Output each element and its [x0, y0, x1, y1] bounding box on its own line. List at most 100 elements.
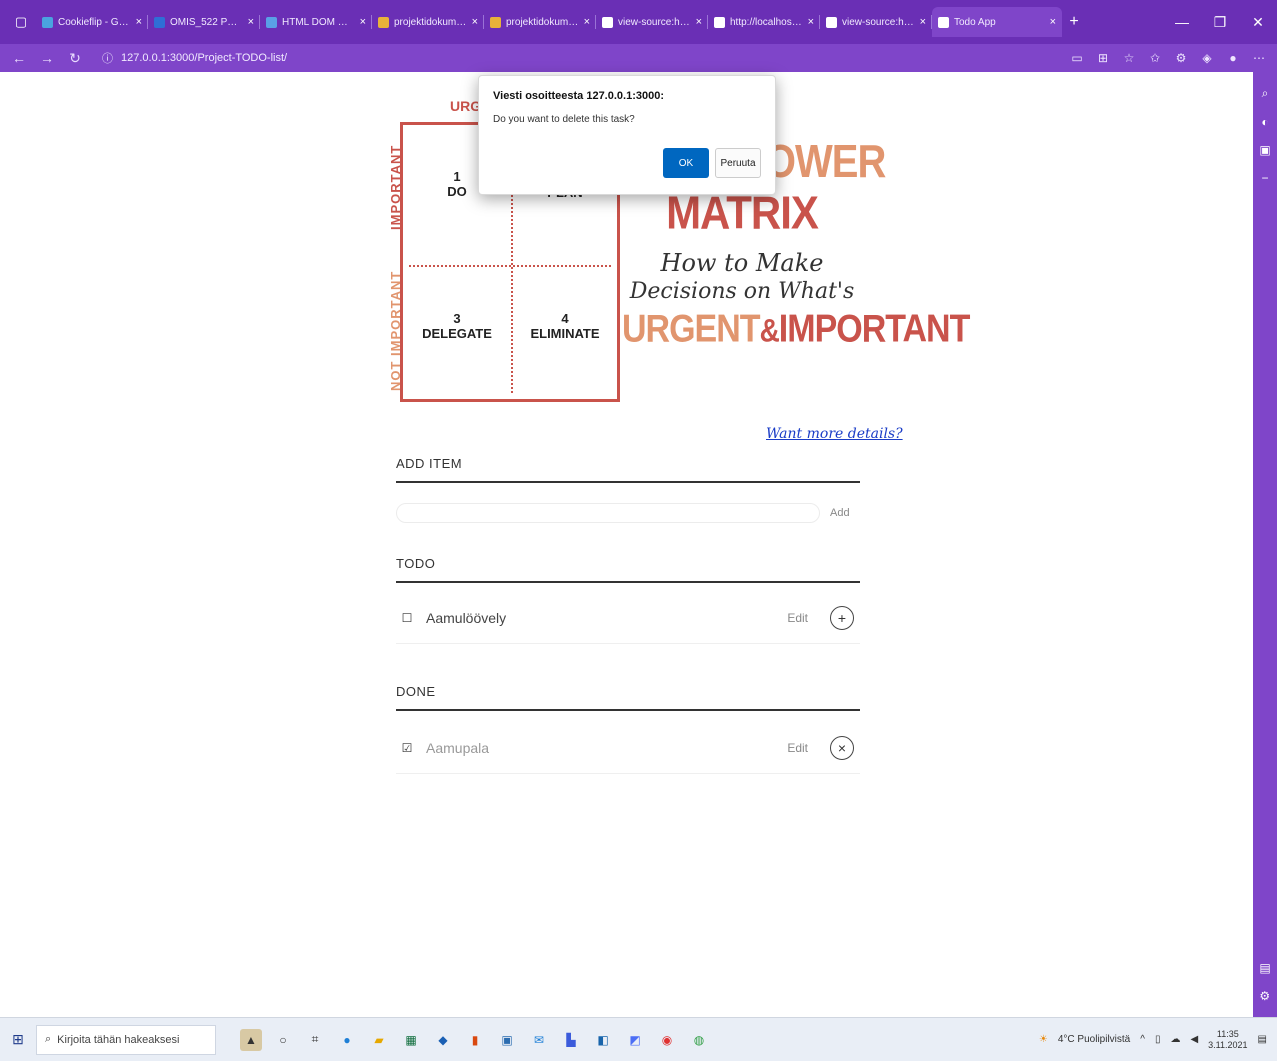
refresh-icon[interactable]: ↻: [66, 50, 84, 67]
extensions-icon[interactable]: ⚙: [1171, 51, 1191, 65]
window-menu-icon[interactable]: ▢: [6, 0, 36, 44]
weather-text[interactable]: 4°C Puolipilvistä: [1058, 1034, 1130, 1045]
tab-close-icon[interactable]: ×: [696, 16, 702, 28]
word-icon[interactable]: ▙: [560, 1029, 582, 1051]
file-explorer-icon[interactable]: ▰: [368, 1029, 390, 1051]
sidebar-toggle-icon[interactable]: ▤: [1259, 961, 1270, 975]
tab-close-icon[interactable]: ×: [808, 16, 814, 28]
address-bar[interactable]: ⓘ 127.0.0.1:3000/Project-TODO-list/: [94, 47, 934, 69]
task-name: Aamupala: [426, 739, 490, 756]
speaker-icon[interactable]: ◀: [1190, 1034, 1198, 1045]
browser-sidebar: ⌕ ◐ ▣ − ▤ ⚙: [1253, 72, 1277, 1017]
subtitle-line2: Decisions on What's: [629, 279, 855, 304]
taskbar-clock[interactable]: 11:35 3.11.2021: [1208, 1029, 1247, 1051]
forward-arrow-icon[interactable]: →: [38, 50, 56, 66]
tab-label: http://localhost:3000: [730, 16, 803, 28]
sidebar-tools-icon[interactable]: ▣: [1259, 143, 1270, 157]
browser-tab[interactable]: http://localhost:3000 ×: [708, 7, 820, 37]
sidebar-search-icon[interactable]: ⌕: [1262, 86, 1269, 101]
read-aloud-icon[interactable]: ▭: [1067, 51, 1087, 65]
tab-label: OMIS_522 PROJECT: [170, 16, 243, 28]
sidebar-shopping-icon[interactable]: ◐: [1261, 115, 1268, 129]
edge-icon[interactable]: ●: [336, 1029, 358, 1051]
delete-circle-icon[interactable]: ×: [830, 735, 854, 760]
tab-close-icon[interactable]: ×: [584, 16, 590, 28]
tab-favicon-icon: [714, 16, 725, 28]
sidebar-settings-icon[interactable]: ⚙: [1259, 989, 1270, 1003]
tab-close-icon[interactable]: ×: [136, 16, 142, 28]
browser-tab[interactable]: Cookieflip - Guru ×: [36, 7, 148, 37]
minimize-button[interactable]: —: [1163, 14, 1201, 30]
tab-close-icon[interactable]: ×: [360, 16, 366, 28]
tab-close-icon[interactable]: ×: [920, 16, 926, 28]
page-content: URG IMPORTANT NOT IMPORTANT 1 DO PLAN 3 …: [0, 72, 1253, 1017]
browser-tab[interactable]: view-source:http://loc ×: [820, 7, 932, 37]
chrome-icon[interactable]: ◉: [656, 1029, 678, 1051]
store-icon[interactable]: ◆: [432, 1029, 454, 1051]
maximize-button[interactable]: ❐: [1201, 14, 1239, 31]
teams-icon[interactable]: ◧: [592, 1029, 614, 1051]
add-item-heading: ADD ITEM: [396, 456, 860, 483]
profile-avatar-icon[interactable]: ●: [1223, 51, 1243, 65]
tab-label: view-source:http://loc: [842, 16, 915, 28]
windows-taskbar: ⊞ ⌕ Kirjoita tähän hakeaksesi ▲ ○ ⌗ ● ▰ …: [0, 1017, 1277, 1061]
widgets-icon[interactable]: ⌗: [304, 1029, 326, 1051]
todo-item: ☐ Aamulöövely Edit +: [396, 592, 860, 644]
mail-icon[interactable]: ✉: [528, 1029, 550, 1051]
urgent-label: URG: [450, 98, 482, 114]
tab-label: HTML DOM Documen: [282, 16, 355, 28]
chat-icon[interactable]: ◩: [624, 1029, 646, 1051]
photos-icon[interactable]: ▣: [496, 1029, 518, 1051]
grid-icon[interactable]: ⊞: [1093, 51, 1113, 65]
taskbar-search[interactable]: ⌕ Kirjoita tähän hakeaksesi: [36, 1024, 216, 1055]
new-task-input[interactable]: [396, 503, 820, 523]
network-icon[interactable]: ▯: [1155, 1034, 1161, 1045]
browser-tab[interactable]: Todo App ×: [932, 7, 1062, 37]
tab-label: Todo App: [954, 16, 996, 28]
star-icon[interactable]: ☆: [1119, 51, 1139, 65]
more-menu-icon[interactable]: ⋯: [1249, 51, 1269, 65]
search-icon: ⌕: [45, 1033, 52, 1045]
browser-tab[interactable]: HTML DOM Documen ×: [260, 7, 372, 37]
browser-tab[interactable]: projektidokumentti2 ×: [484, 7, 596, 37]
add-task-button[interactable]: Add: [830, 507, 850, 519]
quadrant-number: 4: [561, 311, 569, 326]
quadrant-eliminate: 4 ELIMINATE: [511, 311, 619, 341]
tab-close-icon[interactable]: ×: [472, 16, 478, 28]
tray-expand-icon[interactable]: ^: [1140, 1034, 1145, 1045]
collections-icon[interactable]: ◈: [1197, 51, 1217, 65]
task-checkbox-checked[interactable]: ☑: [400, 741, 414, 755]
close-window-button[interactable]: ✕: [1239, 14, 1277, 31]
sidebar-add-icon[interactable]: −: [1261, 171, 1268, 185]
quadrant-label: DO: [447, 184, 467, 199]
edit-task-button[interactable]: Edit: [787, 611, 808, 625]
office-icon[interactable]: ▮: [464, 1029, 486, 1051]
back-arrow-icon[interactable]: ←: [10, 50, 28, 66]
windows-start-icon[interactable]: ⊞: [0, 1031, 36, 1048]
cloud-icon[interactable]: ☁: [1170, 1034, 1180, 1045]
tab-close-icon[interactable]: ×: [1050, 16, 1056, 28]
news-widget-icon[interactable]: ▲: [240, 1028, 262, 1051]
dialog-buttons: OK Peruuta: [663, 148, 761, 178]
site-info-icon[interactable]: ⓘ: [102, 50, 113, 66]
browser-tab[interactable]: projektidokumentipo ×: [372, 7, 484, 37]
more-details-link[interactable]: Want more details?: [766, 426, 903, 442]
add-circle-icon[interactable]: +: [830, 605, 854, 630]
system-tray: ☀ 4°C Puolipilvistä ^ ▯ ☁ ◀ 11:35 3.11.2…: [1039, 1029, 1277, 1051]
browser-tab[interactable]: OMIS_522 PROJECT ×: [148, 7, 260, 37]
tab-close-icon[interactable]: ×: [248, 16, 254, 28]
favorites-icon[interactable]: ✩: [1145, 51, 1165, 65]
vscode-icon[interactable]: ◍: [688, 1029, 710, 1051]
task-view-icon[interactable]: ○: [272, 1029, 294, 1051]
dialog-ok-button[interactable]: OK: [663, 148, 709, 178]
excel-icon[interactable]: ▦: [400, 1029, 422, 1051]
quadrant-delegate: 3 DELEGATE: [403, 311, 511, 341]
dialog-cancel-button[interactable]: Peruuta: [715, 148, 761, 178]
browser-tab[interactable]: view-source:http://loc ×: [596, 7, 708, 37]
task-checkbox[interactable]: ☐: [400, 611, 414, 625]
notifications-icon[interactable]: ▤: [1258, 1034, 1267, 1045]
edit-task-button[interactable]: Edit: [787, 741, 808, 755]
new-tab-button[interactable]: +: [1062, 13, 1086, 31]
confirm-dialog: Viesti osoitteesta 127.0.0.1:3000: Do yo…: [478, 75, 776, 195]
tab-label: view-source:http://loc: [618, 16, 691, 28]
